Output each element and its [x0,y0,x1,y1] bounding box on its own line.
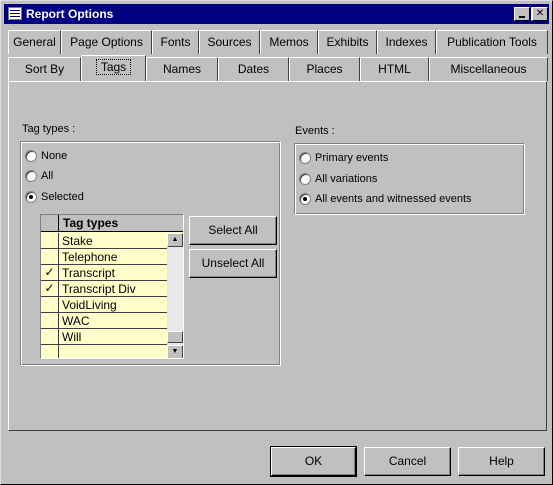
scroll-up-icon[interactable]: ▲ [167,233,183,247]
grid-vertical-scrollbar[interactable]: ▲ ▼ [167,233,183,358]
radio-selected[interactable]: Selected [25,190,84,204]
tag-types-grid[interactable]: Tag types Stake Telephone ✓ Transcript ✓… [40,214,184,359]
row-check-cell[interactable] [41,297,59,312]
row-label: Transcript Div [62,282,136,296]
row-label: WAC [62,314,90,328]
grid-select-column-header [41,215,59,232]
radio-primary-events[interactable]: Primary events [299,151,388,165]
row-label: Stake [62,234,93,248]
title-bar[interactable]: Report Options [4,4,549,24]
row-check-cell[interactable] [41,313,59,328]
radio-primary-events-label: Primary events [315,152,389,164]
radio-none[interactable]: None [25,149,67,163]
window-title: Report Options [26,7,114,21]
check-icon[interactable]: ✓ [41,281,59,296]
row-label: Will [62,330,82,344]
radio-all-circle[interactable] [25,170,37,182]
tab-tags[interactable]: Tags [81,55,146,81]
row-check-cell[interactable] [41,233,59,248]
table-row[interactable]: Will [41,329,167,345]
table-row[interactable] [41,345,167,358]
report-options-window: Report Options ✕ General Page Options Fo… [0,0,553,485]
tab-fonts[interactable]: Fonts [152,30,199,54]
radio-all-variations-circle[interactable] [299,173,311,185]
tag-types-label: Tag types : [22,123,76,135]
radio-all-label: All [41,170,54,182]
radio-none-label: None [41,150,68,162]
grid-header: Tag types [41,215,183,232]
radio-selected-circle[interactable] [25,191,37,203]
close-icon[interactable]: ✕ [532,7,548,21]
tab-sort-by[interactable]: Sort By [8,57,81,81]
radio-all-variations[interactable]: All variations [299,172,377,186]
tab-indexes[interactable]: Indexes [377,30,436,54]
table-row[interactable]: WAC [41,313,167,329]
table-row[interactable]: Telephone [41,249,167,265]
app-icon [8,7,22,20]
radio-all-variations-label: All variations [315,173,378,185]
cancel-button[interactable]: Cancel [364,447,451,476]
radio-all-events-witnessed[interactable]: All events and witnessed events [299,192,472,206]
radio-all[interactable]: All [25,169,53,183]
table-row[interactable]: ✓ Transcript [41,265,167,281]
events-label: Events : [295,125,335,137]
unselect-all-button[interactable]: Unselect All [189,249,277,278]
tab-names[interactable]: Names [146,57,218,81]
row-label: Telephone [62,250,118,264]
radio-all-events-witnessed-label: All events and witnessed events [315,193,472,205]
select-all-button[interactable]: Select All [189,216,277,245]
row-check-cell[interactable] [41,329,59,344]
row-check-cell[interactable] [41,345,59,358]
tab-page-options[interactable]: Page Options [61,30,152,54]
tab-places[interactable]: Places [289,57,360,81]
tab-general[interactable]: General [8,30,61,54]
table-row[interactable]: VoidLiving [41,297,167,313]
radio-selected-label: Selected [41,191,84,203]
check-icon[interactable]: ✓ [41,265,59,280]
tab-memos[interactable]: Memos [260,30,318,54]
row-label: Transcript [62,266,115,280]
scrollbar-thumb[interactable] [167,331,183,343]
row-label: VoidLiving [62,298,117,312]
help-button[interactable]: Help [458,447,545,476]
tab-exhibits[interactable]: Exhibits [318,30,377,54]
tab-miscellaneous[interactable]: Miscellaneous [429,57,548,81]
radio-all-events-witnessed-circle[interactable] [299,193,311,205]
table-row[interactable]: ✓ Transcript Div [41,281,167,297]
grid-header-label: Tag types [63,216,119,230]
tab-sources[interactable]: Sources [199,30,260,54]
row-check-cell[interactable] [41,249,59,264]
minimize-icon[interactable] [514,7,530,21]
table-row[interactable]: Stake [41,233,167,249]
radio-none-circle[interactable] [25,150,37,162]
tab-publication-tools[interactable]: Publication Tools [436,30,548,54]
ok-button[interactable]: OK [270,446,357,477]
tab-html[interactable]: HTML [360,57,429,81]
tab-dates[interactable]: Dates [218,57,289,81]
radio-primary-events-circle[interactable] [299,152,311,164]
scroll-down-icon[interactable]: ▼ [167,345,183,358]
